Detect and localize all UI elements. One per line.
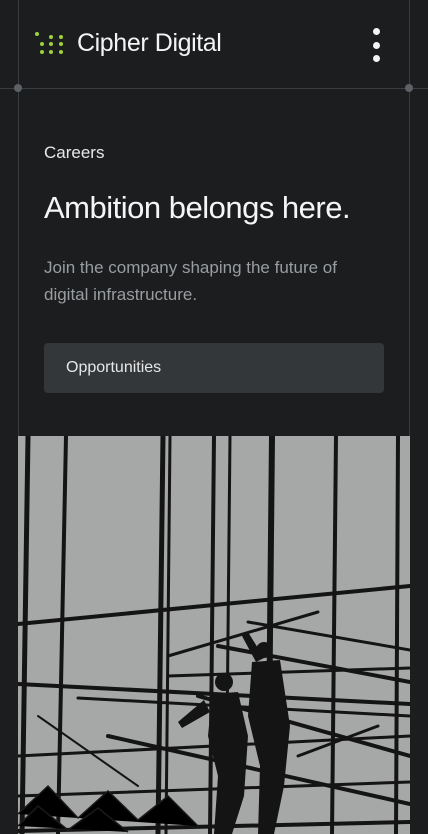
header-divider <box>0 88 428 89</box>
workers-on-scaffolding-photo <box>18 436 410 834</box>
section-eyebrow: Careers <box>44 143 105 162</box>
page-headline: Ambition belongs here. <box>44 190 351 225</box>
page-subtext: Join the company shaping the future of d… <box>44 258 337 304</box>
brand-logo[interactable]: Cipher Digital <box>35 29 222 58</box>
brand-name: Cipher Digital <box>77 29 222 57</box>
kebab-menu-icon[interactable] <box>366 28 386 62</box>
opportunities-button[interactable]: Opportunities <box>44 343 384 393</box>
site-header: Cipher Digital <box>0 0 428 88</box>
dot-grid-icon <box>35 31 67 56</box>
